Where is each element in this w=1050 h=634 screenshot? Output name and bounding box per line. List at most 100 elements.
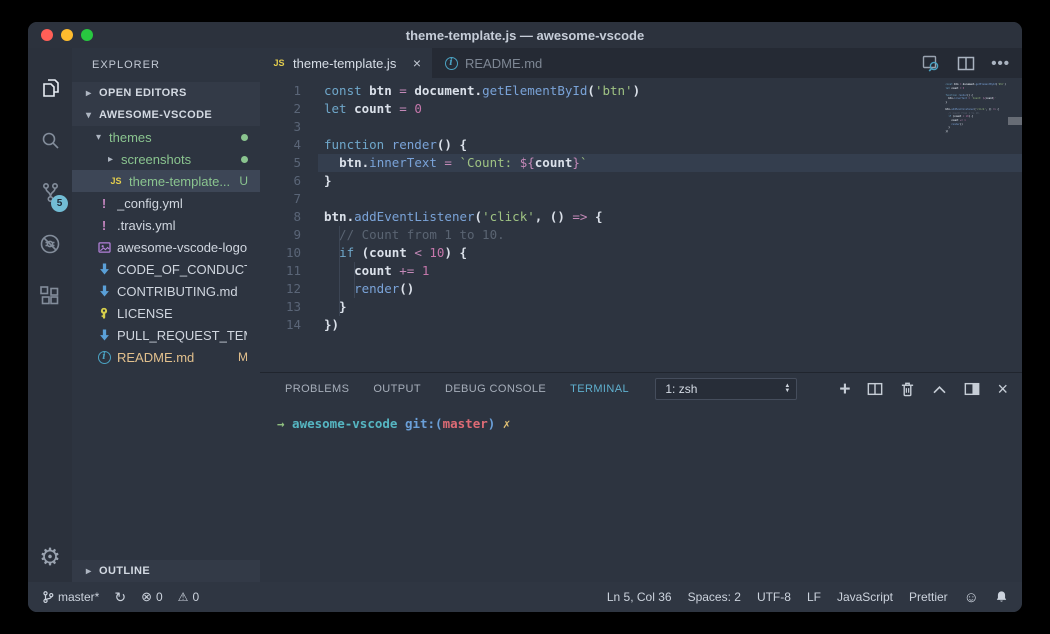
window-title: theme-template.js — awesome-vscode: [405, 27, 645, 43]
panel-tab-debug-console[interactable]: DEBUG CONSOLE: [445, 383, 546, 395]
code-line-11[interactable]: count += 1: [318, 262, 1022, 280]
status-item-warning[interactable]: ⚠ 0: [178, 590, 199, 604]
panel-header: PROBLEMS OUTPUT DEBUG CONSOLE TERMINAL 1: z…: [260, 373, 1022, 405]
panel-tab-problems[interactable]: PROBLEMS: [285, 383, 349, 395]
status-item-sync[interactable]: ↻: [114, 589, 126, 606]
extensions-icon[interactable]: [28, 270, 72, 322]
panel-tab-terminal[interactable]: TERMINAL: [570, 383, 629, 395]
new-terminal-icon[interactable]: +: [839, 380, 850, 399]
more-actions-icon[interactable]: •••: [991, 55, 1010, 72]
tree-item-license[interactable]: LICENSE: [72, 302, 260, 324]
status-item-bell[interactable]: [995, 590, 1008, 604]
tree-item-screenshots[interactable]: ▸ screenshots: [72, 148, 260, 170]
status-item-prettier[interactable]: Prettier: [909, 590, 948, 604]
yaml-file-icon: !: [101, 217, 107, 233]
minimize-window-button[interactable]: [61, 29, 73, 41]
tree-item--travis-yml[interactable]: ! .travis.yml: [72, 214, 260, 236]
editor-tab-theme-template-js[interactable]: JS theme-template.js ×: [260, 48, 432, 78]
tree-item-themes[interactable]: ▾ themes: [72, 126, 260, 148]
close-tab-icon[interactable]: ×: [413, 55, 421, 71]
settings-gear-icon[interactable]: ⚙: [39, 546, 61, 570]
explorer-sidebar: EXPLORER ▸ OPEN EDITORS ▾ AWESOME-VSCODE…: [72, 48, 260, 582]
split-editor-icon[interactable]: [957, 56, 975, 71]
prompt-arrow: →: [277, 416, 285, 431]
close-window-button[interactable]: [41, 29, 53, 41]
code-line-3[interactable]: [318, 118, 1022, 136]
prompt-git: ): [487, 416, 503, 431]
tree-item-label: screenshots: [121, 151, 192, 167]
code-line-12[interactable]: render(): [318, 280, 1022, 298]
git-status-dot: [241, 133, 248, 141]
root-folder-section[interactable]: ▾ AWESOME-VSCODE: [72, 104, 260, 126]
code-line-4[interactable]: function render() {: [318, 136, 1022, 154]
tree-item--config-yml[interactable]: ! _config.yml: [72, 192, 260, 214]
editor-tab-readme-md[interactable]: i README.md: [432, 48, 553, 78]
terminal-shell-select[interactable]: 1: zsh ▲ ▼: [655, 378, 798, 400]
debug-icon[interactable]: [28, 218, 72, 270]
tree-item-label: theme-template....: [129, 173, 230, 189]
sidebar-title: EXPLORER: [92, 59, 160, 71]
explorer-icon[interactable]: [28, 62, 72, 114]
tree-item-code-of-conduct-[interactable]: CODE_OF_CONDUCT....: [72, 258, 260, 280]
js-file-icon: JS: [110, 176, 122, 186]
status-item-error[interactable]: ⊗ 0: [141, 589, 163, 605]
code-line-5[interactable]: btn.innerText = `Count: ${count}`: [318, 154, 1022, 172]
code-line-14[interactable]: }): [318, 316, 1022, 334]
status-item-javascript[interactable]: JavaScript: [837, 590, 893, 604]
markdown-file-icon: [96, 263, 112, 275]
code-line-2[interactable]: let count = 0: [318, 100, 1022, 118]
editor-area: JS theme-template.js × i README.md ••• 12345…: [260, 48, 1022, 582]
chevron-right-icon: ▸: [86, 87, 92, 99]
outline-label: OUTLINE: [99, 565, 151, 577]
branch-icon: [42, 590, 54, 604]
tree-item-label: PULL_REQUEST_TEMP...: [117, 327, 247, 343]
tree-item-readme-md[interactable]: i README.md M: [72, 346, 260, 368]
chevron-down-icon: ▾: [96, 131, 102, 143]
toggle-panel-icon[interactable]: [964, 382, 980, 396]
source-control-icon[interactable]: 5: [28, 166, 72, 218]
code-line-9[interactable]: // Count from 1 to 10.: [318, 226, 1022, 244]
panel-tab-output[interactable]: OUTPUT: [373, 383, 421, 395]
open-preview-icon[interactable]: [921, 55, 941, 72]
tree-item-contributing-md[interactable]: CONTRIBUTING.md: [72, 280, 260, 302]
tree-item-awesome-vscode-logo-[interactable]: awesome-vscode-logo...: [72, 236, 260, 258]
code-line-10[interactable]: if (count < 10) {: [318, 244, 1022, 262]
bottom-panel: PROBLEMS OUTPUT DEBUG CONSOLE TERMINAL 1: z…: [260, 372, 1022, 582]
code-line-6[interactable]: }: [318, 172, 1022, 190]
code-editor[interactable]: 1 2 3 4 5 6 7 8 9 10 11 12 13 14 const btn = document…: [260, 78, 1022, 372]
status-item-lf[interactable]: LF: [807, 590, 821, 604]
vscode-window: theme-template.js — awesome-vscode 5 ⚙ E…: [28, 22, 1022, 612]
outline-section[interactable]: ▸ OUTLINE: [72, 560, 260, 582]
kill-terminal-icon[interactable]: [900, 381, 915, 397]
split-terminal-icon[interactable]: [867, 382, 883, 396]
status-item-spaces-2[interactable]: Spaces: 2: [688, 590, 741, 604]
code-line-8[interactable]: btn.addEventListener('click', () => {: [318, 208, 1022, 226]
editor-tab-bar: JS theme-template.js × i README.md •••: [260, 48, 1022, 78]
terminal[interactable]: → awesome-vscode git:(master) ✗: [260, 405, 1022, 582]
status-right: Ln 5, Col 36 Spaces: 2 UTF-8 LF JavaScript Pr…: [607, 589, 1008, 606]
maximize-panel-icon[interactable]: [932, 384, 947, 395]
panel-actions: + ×: [839, 380, 1008, 399]
tree-item-label: _config.yml: [117, 195, 183, 211]
line-numbers-gutter: 1 2 3 4 5 6 7 8 9 10 11 12 13 14: [285, 83, 301, 332]
code-content: const btn = document.getElementById('btn…: [318, 78, 1022, 372]
scm-badge: 5: [51, 195, 68, 212]
close-panel-icon[interactable]: ×: [997, 380, 1008, 398]
status-item-ln-5-col-36[interactable]: Ln 5, Col 36: [607, 590, 672, 604]
code-line-13[interactable]: }: [318, 298, 1022, 316]
search-icon[interactable]: [28, 114, 72, 166]
status-left: master* ↻ ⊗ 0 ⚠ 0: [42, 589, 199, 606]
tree-item-label: themes: [109, 129, 152, 145]
terminal-prompt: → awesome-vscode git:(master) ✗: [277, 416, 1022, 431]
tree-item-label: README.md: [117, 349, 195, 365]
open-editors-section[interactable]: ▸ OPEN EDITORS: [72, 82, 260, 104]
tree-item-pull-request-temp-[interactable]: PULL_REQUEST_TEMP...: [72, 324, 260, 346]
bell-icon: [995, 590, 1008, 604]
code-line-7[interactable]: [318, 190, 1022, 208]
zoom-window-button[interactable]: [81, 29, 93, 41]
status-item-smiley[interactable]: ☺: [964, 589, 979, 606]
status-item-utf-8[interactable]: UTF-8: [757, 590, 791, 604]
status-item-branch[interactable]: master*: [42, 590, 99, 604]
tree-item-theme-template-[interactable]: JS theme-template.... U: [72, 170, 260, 192]
code-line-1[interactable]: const btn = document.getElementById('btn…: [318, 82, 1022, 100]
